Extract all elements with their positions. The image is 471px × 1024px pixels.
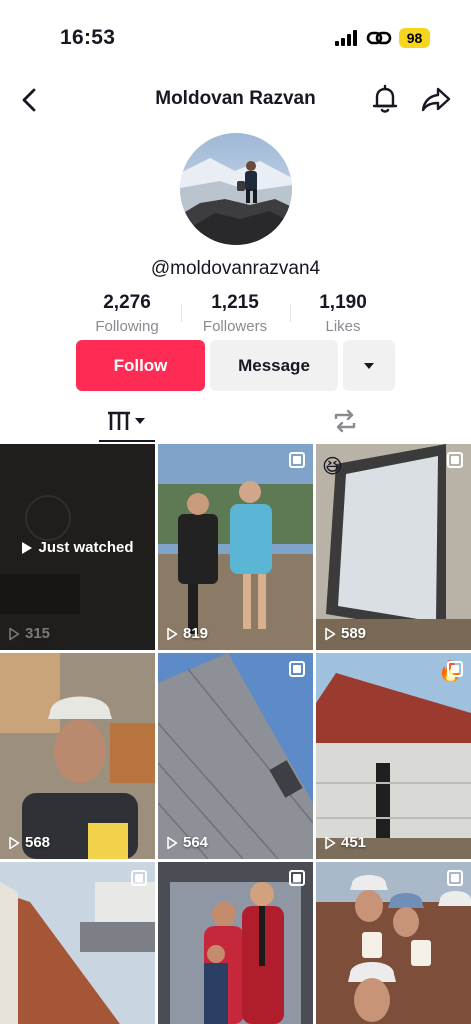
view-count: 568 (8, 834, 50, 851)
content-tabs (0, 398, 471, 444)
multi-photo-icon (447, 452, 463, 468)
stat-value: 1,215 (211, 292, 259, 313)
multi-photo-icon (131, 870, 147, 886)
video-thumbnail (0, 653, 155, 859)
share-icon[interactable] (420, 83, 452, 115)
stat-value: 2,276 (103, 292, 151, 313)
video-tile[interactable]: 568 (0, 653, 155, 859)
video-tile[interactable]: Just watched 315 (0, 444, 155, 650)
view-count-value: 589 (341, 625, 367, 642)
stat-label: Likes (325, 318, 361, 335)
stat-label: Following (95, 318, 159, 335)
video-thumbnail (0, 862, 155, 1024)
page-title: Moldovan Razvan (155, 88, 316, 109)
video-tile[interactable] (0, 862, 155, 1024)
view-count-value: 564 (183, 834, 209, 851)
status-time: 16:53 (60, 26, 116, 49)
video-thumbnail (158, 862, 313, 1024)
more-options-button[interactable] (343, 340, 395, 391)
avatar[interactable] (180, 133, 292, 245)
multi-photo-icon (447, 661, 463, 677)
emoji-badge: 😆 (322, 456, 343, 478)
video-tile[interactable]: 819 (158, 444, 313, 650)
status-bar: 16:53 98 (0, 0, 471, 74)
profile-username: @moldovanrazvan4 (150, 258, 321, 279)
play-outline-icon (167, 627, 178, 640)
multi-photo-icon (447, 870, 463, 886)
view-count: 451 (324, 834, 366, 851)
video-thumbnail (158, 444, 313, 650)
view-count: 589 (324, 625, 366, 642)
multi-photo-icon (289, 452, 305, 468)
play-icon (22, 541, 33, 554)
view-count-value: 315 (25, 625, 51, 642)
tab-active-indicator (99, 440, 155, 442)
stat-followers[interactable]: 1,215 Followers (180, 292, 290, 335)
caret-down-icon (364, 362, 374, 369)
play-outline-icon (9, 627, 20, 640)
tab-reposts[interactable] (330, 406, 360, 436)
play-outline-icon (325, 836, 336, 849)
view-count: 819 (166, 625, 208, 642)
tab-videos[interactable] (99, 406, 155, 436)
link-icon (366, 31, 392, 45)
play-outline-icon (9, 836, 20, 849)
video-tile[interactable] (158, 862, 313, 1024)
view-count: 564 (166, 834, 208, 851)
video-tile[interactable]: 🔥 451 (316, 653, 471, 859)
play-outline-icon (325, 627, 336, 640)
follow-button[interactable]: Follow (76, 340, 205, 391)
stat-likes[interactable]: 1,190 Likes (288, 292, 398, 335)
video-grid: Just watched 315 819 😆 589 568 564 🔥 451 (0, 444, 471, 1024)
message-button[interactable]: Message (210, 340, 338, 391)
video-tile[interactable] (316, 862, 471, 1024)
view-count: 315 (8, 625, 50, 642)
video-tile[interactable]: 😆 589 (316, 444, 471, 650)
profile-stats: 2,276 Following 1,215 Followers 1,190 Li… (0, 292, 471, 336)
bell-icon[interactable] (370, 83, 400, 115)
just-watched-label: Just watched (0, 539, 155, 556)
video-thumbnail (158, 653, 313, 859)
multi-photo-icon (289, 661, 305, 677)
just-watched-text: Just watched (38, 539, 134, 556)
view-count-value: 819 (183, 625, 209, 642)
cellular-signal-icon (335, 30, 359, 46)
video-tile[interactable]: 564 (158, 653, 313, 859)
profile-header: Moldovan Razvan (0, 80, 471, 120)
view-count-value: 568 (25, 834, 51, 851)
stat-value: 1,190 (319, 292, 367, 313)
view-count-value: 451 (341, 834, 367, 851)
battery-indicator: 98 (399, 28, 430, 48)
stat-label: Followers (202, 318, 268, 335)
multi-photo-icon (289, 870, 305, 886)
video-thumbnail (316, 862, 471, 1024)
stat-following[interactable]: 2,276 Following (72, 292, 182, 335)
play-outline-icon (167, 836, 178, 849)
